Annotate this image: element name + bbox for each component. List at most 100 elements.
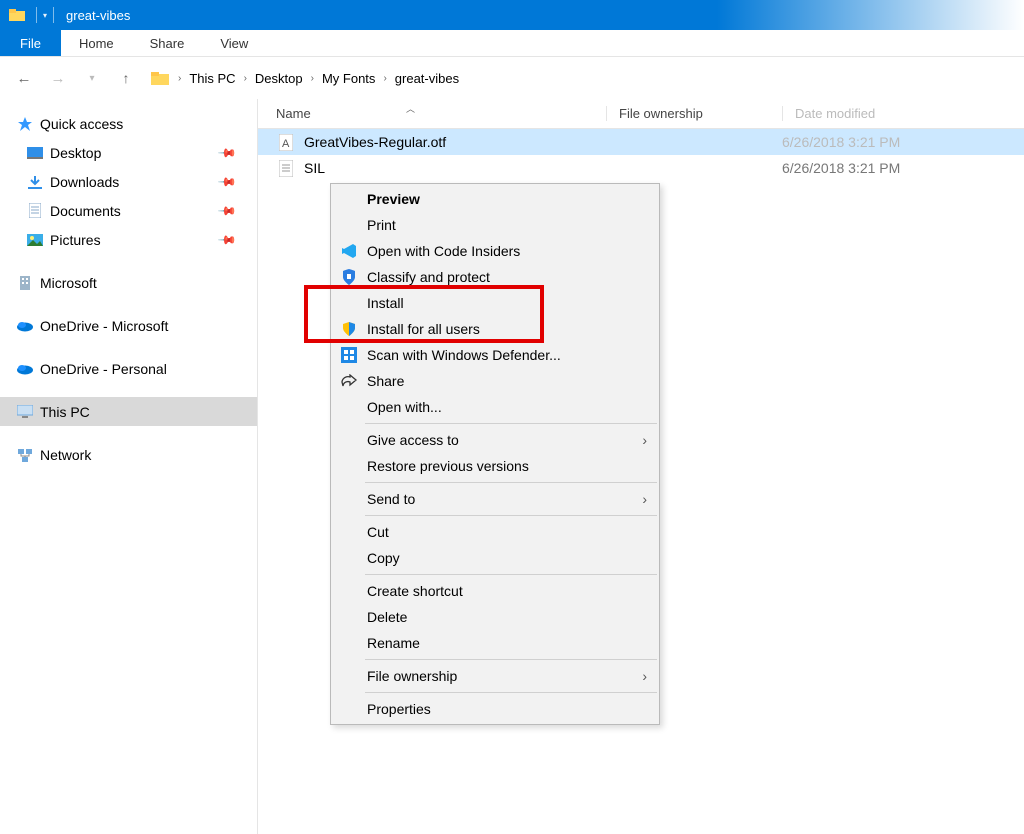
chevron-right-icon: › [642, 432, 647, 448]
context-menu-label: Scan with Windows Defender... [367, 347, 561, 363]
breadcrumb-segment[interactable]: My Fonts [322, 71, 375, 86]
recent-locations-dropdown[interactable]: ▾ [78, 64, 106, 92]
sidebar-item-onedrive-microsoft[interactable]: OneDrive - Microsoft [0, 311, 257, 340]
context-menu: Preview Print Open with Code Insiders Class… [330, 183, 660, 725]
sidebar-label: Documents [50, 203, 121, 219]
star-icon [16, 115, 34, 133]
context-menu-separator [365, 515, 657, 516]
onedrive-icon [16, 317, 34, 335]
context-menu-item[interactable]: File ownership› [331, 663, 659, 689]
quick-access-toolbar-dropdown[interactable]: ▾ [43, 11, 47, 20]
context-menu-item[interactable]: Give access to › [331, 427, 659, 453]
navigation-row: ← → ▾ ↑ › This PC › Desktop › My Fonts ›… [0, 57, 1024, 99]
sort-ascending-icon: ︿ [406, 102, 415, 115]
column-headers: Name ︿ File ownership Date modified [258, 99, 1024, 129]
chevron-right-icon[interactable]: › [240, 73, 251, 84]
chevron-right-icon[interactable]: › [174, 73, 185, 84]
sidebar-label: Downloads [50, 174, 119, 190]
context-menu-item[interactable]: Send to› [331, 486, 659, 512]
file-row[interactable]: AGreatVibes-Regular.otf6/26/2018 3:21 PM [258, 129, 1024, 155]
breadcrumb-segment[interactable]: Desktop [255, 71, 303, 86]
breadcrumb-segment[interactable]: great-vibes [395, 71, 459, 86]
share-icon [339, 371, 359, 391]
chevron-right-icon: › [642, 668, 647, 684]
sidebar-quick-access[interactable]: Quick access [0, 109, 257, 138]
sidebar-item-documents[interactable]: Documents 📌 [0, 196, 257, 225]
sidebar-label: Pictures [50, 232, 101, 248]
shield-icon [339, 319, 359, 339]
sidebar-item-desktop[interactable]: Desktop 📌 [0, 138, 257, 167]
titlebar-separator [36, 7, 37, 23]
chevron-right-icon[interactable]: › [379, 73, 390, 84]
context-menu-label: Give access to [367, 432, 459, 448]
sidebar-item-this-pc[interactable]: This PC [0, 397, 257, 426]
context-menu-label: Share [367, 373, 404, 389]
desktop-icon [26, 144, 44, 162]
context-menu-label: Create shortcut [367, 583, 463, 599]
context-menu-separator [365, 574, 657, 575]
context-menu-separator [365, 482, 657, 483]
ribbon-file-tab[interactable]: File [0, 30, 61, 56]
context-menu-item[interactable]: Copy [331, 545, 659, 571]
sidebar-item-onedrive-personal[interactable]: OneDrive - Personal [0, 354, 257, 383]
context-menu-item[interactable]: Install [331, 290, 659, 316]
ribbon-tab-view[interactable]: View [202, 30, 266, 56]
file-name: SIL [304, 160, 606, 176]
context-menu-label: Install [367, 295, 404, 311]
file-date-modified: 6/26/2018 3:21 PM [782, 134, 1024, 150]
sidebar-item-network[interactable]: Network [0, 440, 257, 469]
context-menu-item[interactable]: Delete [331, 604, 659, 630]
ribbon-tab-share[interactable]: Share [132, 30, 203, 56]
sidebar-label: Quick access [40, 116, 123, 132]
document-icon [26, 202, 44, 220]
sidebar-item-downloads[interactable]: Downloads 📌 [0, 167, 257, 196]
context-menu-item[interactable]: Restore previous versions [331, 453, 659, 479]
context-menu-item[interactable]: Share [331, 368, 659, 394]
context-menu-item[interactable]: Classify and protect [331, 264, 659, 290]
building-icon [16, 274, 34, 292]
context-menu-label: Send to [367, 491, 415, 507]
sidebar-label: This PC [40, 404, 90, 420]
sidebar-item-pictures[interactable]: Pictures 📌 [0, 225, 257, 254]
context-menu-item[interactable]: Preview [331, 186, 659, 212]
context-menu-item[interactable]: Print [331, 212, 659, 238]
up-button[interactable]: ↑ [112, 64, 140, 92]
context-menu-item[interactable]: Open with Code Insiders [331, 238, 659, 264]
protect-icon [339, 267, 359, 287]
pin-icon: 📌 [217, 142, 237, 162]
defender-icon [339, 345, 359, 365]
ribbon-tab-home[interactable]: Home [61, 30, 132, 56]
context-menu-label: Classify and protect [367, 269, 490, 285]
font-file-icon: A [276, 132, 296, 152]
column-header-modified[interactable]: Date modified [782, 106, 1024, 121]
ribbon-tabs: File Home Share View [0, 30, 1024, 57]
back-button[interactable]: ← [10, 64, 38, 92]
sidebar-item-microsoft[interactable]: Microsoft [0, 268, 257, 297]
sidebar-label: OneDrive - Microsoft [40, 318, 168, 334]
context-menu-item[interactable]: Scan with Windows Defender... [331, 342, 659, 368]
context-menu-item[interactable]: Create shortcut [331, 578, 659, 604]
context-menu-item[interactable]: Install for all users [331, 316, 659, 342]
context-menu-label: Copy [367, 550, 400, 566]
text-file-icon [276, 158, 296, 178]
this-pc-icon [16, 403, 34, 421]
context-menu-label: Properties [367, 701, 431, 717]
context-menu-item[interactable]: Open with... [331, 394, 659, 420]
column-header-ownership[interactable]: File ownership [606, 106, 782, 121]
column-header-name[interactable]: Name ︿ [276, 106, 606, 121]
context-menu-label: Print [367, 217, 396, 233]
breadcrumb-segment[interactable]: This PC [189, 71, 235, 86]
sidebar-label: Microsoft [40, 275, 97, 291]
forward-button[interactable]: → [44, 64, 72, 92]
context-menu-item[interactable]: Cut [331, 519, 659, 545]
file-row[interactable]: SIL 6/26/2018 3:21 PM [258, 155, 1024, 181]
context-menu-separator [365, 692, 657, 693]
context-menu-label: Cut [367, 524, 389, 540]
file-date-modified: 6/26/2018 3:21 PM [782, 160, 1024, 176]
sidebar-label: OneDrive - Personal [40, 361, 167, 377]
context-menu-item[interactable]: Properties [331, 696, 659, 722]
chevron-right-icon[interactable]: › [307, 73, 318, 84]
context-menu-item[interactable]: Rename [331, 630, 659, 656]
pin-icon: 📌 [217, 171, 237, 191]
breadcrumb-bar[interactable]: › This PC › Desktop › My Fonts › great-v… [146, 64, 463, 92]
